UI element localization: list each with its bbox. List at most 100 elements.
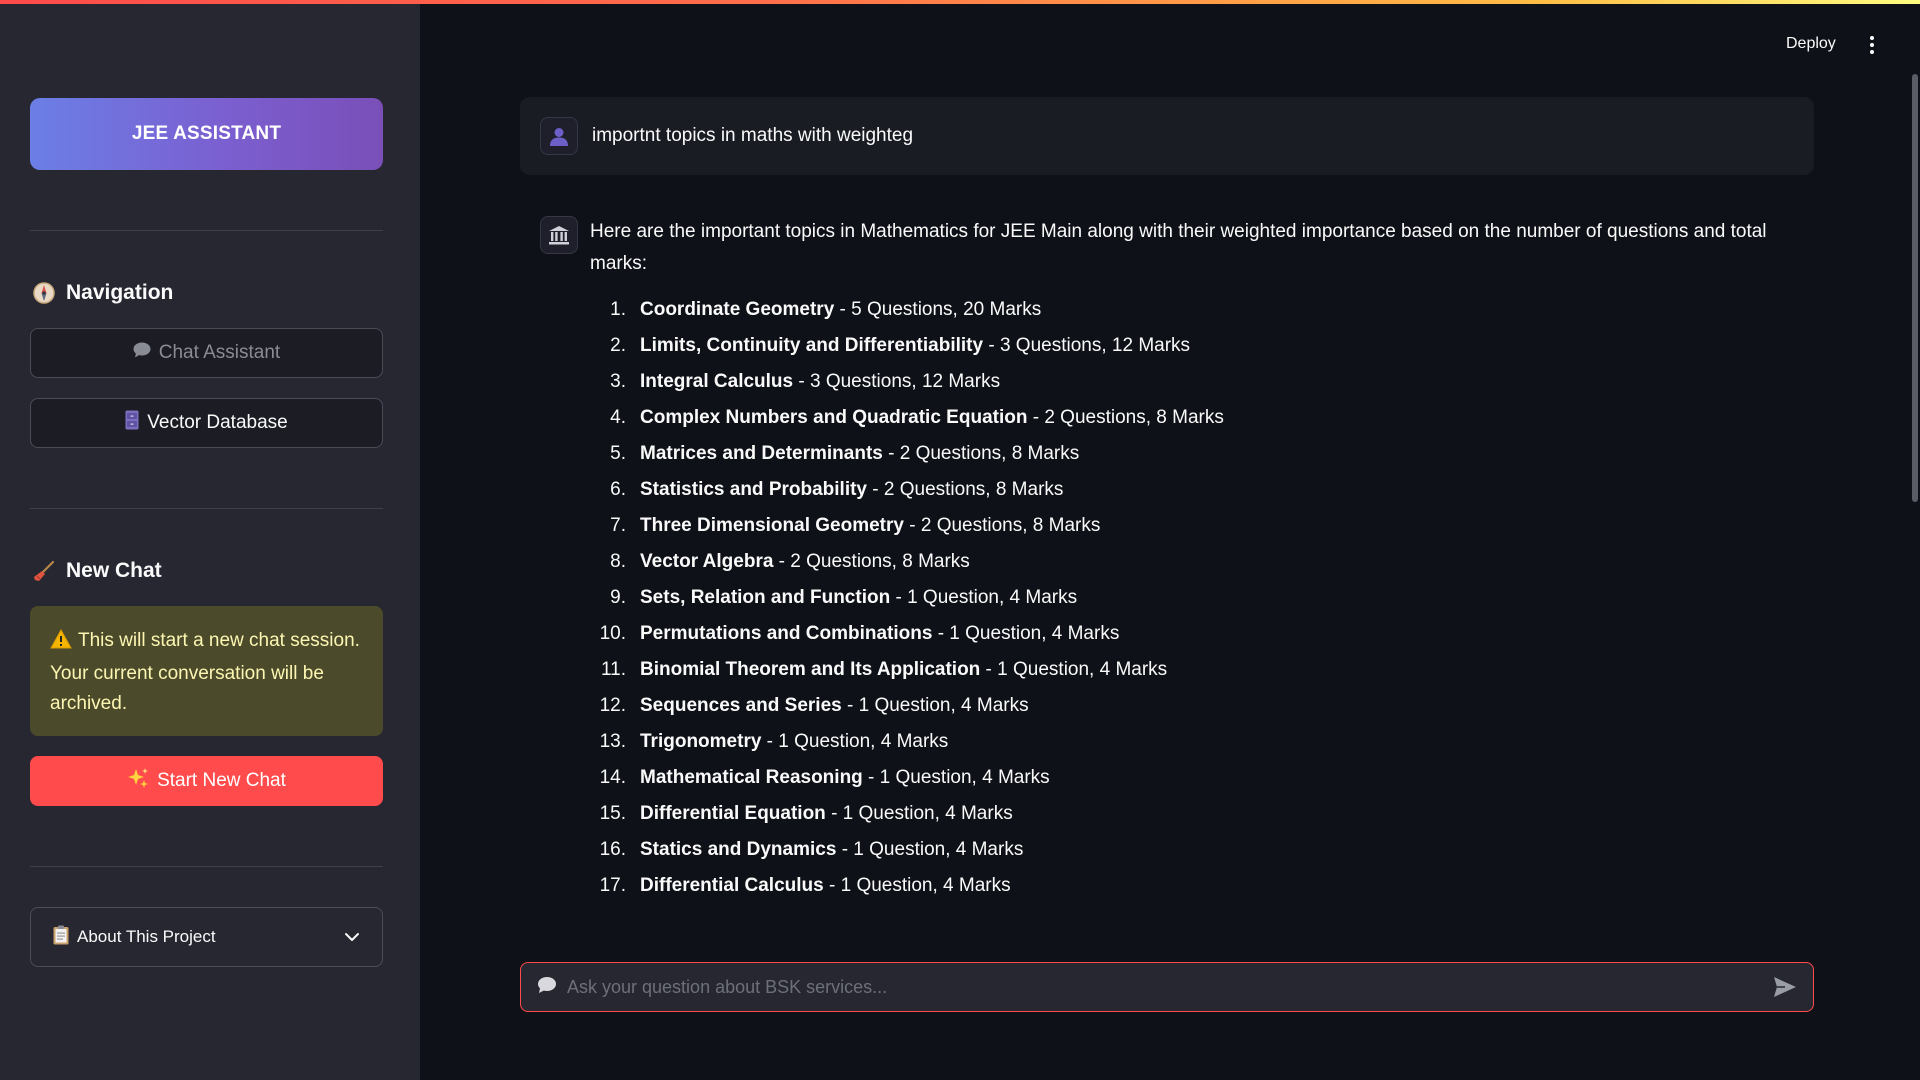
topic-weight: - 2 Questions, 8 Marks bbox=[903, 515, 1101, 536]
topic-weight: - 1 Question, 4 Marks bbox=[836, 839, 1024, 860]
chat-assistant-label: Chat Assistant bbox=[158, 342, 281, 363]
topic-name: Limits, Continuity and Differentiability bbox=[640, 335, 984, 356]
topic-name: Vector Algebra bbox=[640, 551, 774, 572]
new-chat-title: New Chat bbox=[66, 559, 162, 582]
navigation-title: Navigation bbox=[66, 281, 174, 304]
assistant-intro-text: Here are the important topics in Mathema… bbox=[590, 221, 1767, 274]
topic-weight: - 3 Questions, 12 Marks bbox=[793, 371, 1001, 392]
list-item: 2. Limits, Continuity and Differentiabili… bbox=[590, 328, 1770, 364]
chat-input-box[interactable] bbox=[520, 962, 1814, 1012]
sparkles-icon bbox=[127, 767, 149, 795]
topic-name: Binomial Theorem and Its Application bbox=[640, 659, 981, 680]
topic-name: Mathematical Reasoning bbox=[640, 767, 863, 788]
file-cabinet-icon bbox=[125, 410, 139, 436]
topic-weight: - 2 Questions, 8 Marks bbox=[867, 479, 1064, 500]
list-item-number: 14. bbox=[599, 767, 626, 788]
warning-icon bbox=[50, 628, 72, 659]
list-item-number: 3. bbox=[610, 371, 626, 392]
user-message-text: importnt topics in maths with weighteg bbox=[592, 125, 914, 146]
chat-input[interactable] bbox=[567, 976, 1763, 998]
topic-weight: - 2 Questions, 8 Marks bbox=[882, 443, 1080, 464]
deploy-button[interactable]: Deploy bbox=[1786, 35, 1836, 53]
sidebar-divider bbox=[30, 866, 383, 867]
list-item-number: 15. bbox=[599, 803, 626, 824]
navigation-heading: Navigation bbox=[32, 281, 173, 305]
topic-name: Trigonometry bbox=[640, 731, 762, 752]
brand-button[interactable]: JEE ASSISTANT bbox=[30, 98, 383, 170]
broom-icon bbox=[32, 559, 56, 583]
topic-weight: - 1 Question, 4 Marks bbox=[980, 659, 1168, 680]
topic-name: Sets, Relation and Function bbox=[640, 587, 891, 608]
list-item: 14. Mathematical Reasoning - 1 Question, … bbox=[590, 760, 1770, 796]
sidebar-divider bbox=[30, 508, 383, 509]
list-item-number: 8. bbox=[610, 551, 626, 572]
assistant-message: Here are the important topics in Mathema… bbox=[540, 216, 1770, 904]
topic-name: Sequences and Series bbox=[640, 695, 842, 716]
list-item: 4. Complex Numbers and Quadratic Equation… bbox=[590, 400, 1770, 436]
topic-weight: - 1 Question, 4 Marks bbox=[932, 623, 1120, 644]
list-item: 15. Differential Equation - 1 Question, 4… bbox=[590, 796, 1770, 832]
topic-weight: - 2 Questions, 8 Marks bbox=[773, 551, 970, 572]
topic-weight: - 2 Questions, 8 Marks bbox=[1027, 407, 1224, 428]
new-chat-warning: This will start a new chat session. Your… bbox=[30, 606, 383, 736]
topic-weight: - 1 Question, 4 Marks bbox=[841, 695, 1029, 716]
list-item-number: 12. bbox=[599, 695, 626, 716]
list-item: 13. Trigonometry - 1 Question, 4 Marks bbox=[590, 724, 1770, 760]
bank-building-icon bbox=[540, 216, 578, 254]
topic-name: Differential Equation bbox=[640, 803, 826, 824]
list-item: 3. Integral Calculus - 3 Questions, 12 Ma… bbox=[590, 364, 1770, 400]
send-icon[interactable] bbox=[1773, 976, 1797, 998]
speech-bubble-icon bbox=[537, 976, 557, 999]
topic-weight: - 3 Questions, 12 Marks bbox=[983, 335, 1191, 356]
sidebar: JEE ASSISTANT Navigation Chat Assistant bbox=[0, 0, 420, 1080]
list-item-number: 9. bbox=[610, 587, 626, 608]
topic-name: Three Dimensional Geometry bbox=[640, 515, 904, 536]
list-item: 7. Three Dimensional Geometry - 2 Questio… bbox=[590, 508, 1770, 544]
list-item: 5. Matrices and Determinants - 2 Question… bbox=[590, 436, 1770, 472]
chevron-down-icon bbox=[344, 932, 360, 942]
warning-text: This will start a new chat session. Your… bbox=[50, 630, 360, 714]
clipboard-icon bbox=[53, 925, 69, 950]
main-menu-icon[interactable] bbox=[1864, 34, 1880, 56]
sidebar-divider bbox=[30, 230, 383, 231]
topic-weight: - 1 Question, 4 Marks bbox=[862, 767, 1050, 788]
topic-name: Complex Numbers and Quadratic Equation bbox=[640, 407, 1028, 428]
list-item: 1. Coordinate Geometry - 5 Questions, 20 … bbox=[590, 292, 1770, 328]
topic-name: Coordinate Geometry bbox=[640, 299, 835, 320]
about-project-label: About This Project bbox=[77, 927, 216, 946]
topic-weight: - 1 Question, 4 Marks bbox=[761, 731, 949, 752]
list-item-number: 1. bbox=[610, 299, 626, 320]
list-item-number: 17. bbox=[599, 875, 626, 896]
list-item-number: 11. bbox=[600, 659, 626, 680]
topic-name: Differential Calculus bbox=[640, 875, 824, 896]
speech-bubble-icon bbox=[133, 342, 151, 364]
list-item: 9. Sets, Relation and Function - 1 Questi… bbox=[590, 580, 1770, 616]
start-new-chat-button[interactable]: Start New Chat bbox=[30, 756, 383, 806]
topic-name: Statistics and Probability bbox=[640, 479, 867, 500]
new-chat-heading: New Chat bbox=[32, 559, 162, 583]
top-decoration-bar bbox=[0, 0, 1920, 4]
vector-database-label: Vector Database bbox=[147, 412, 288, 433]
topic-name: Statics and Dynamics bbox=[640, 839, 837, 860]
chat-assistant-button[interactable]: Chat Assistant bbox=[30, 328, 383, 378]
about-project-expander[interactable]: About This Project bbox=[30, 907, 383, 967]
compass-icon bbox=[32, 281, 56, 305]
topics-list: 1. Coordinate Geometry - 5 Questions, 20 … bbox=[590, 292, 1770, 904]
vector-database-button[interactable]: Vector Database bbox=[30, 398, 383, 448]
list-item: 8. Vector Algebra - 2 Questions, 8 Marks bbox=[590, 544, 1770, 580]
user-message: importnt topics in maths with weighteg bbox=[520, 97, 1814, 175]
list-item: 16. Statics and Dynamics - 1 Question, 4 … bbox=[590, 832, 1770, 868]
topic-name: Matrices and Determinants bbox=[640, 443, 883, 464]
user-avatar-icon bbox=[540, 117, 578, 155]
scrollbar[interactable] bbox=[1912, 74, 1918, 502]
list-item-number: 5. bbox=[610, 443, 626, 464]
topic-weight: - 1 Question, 4 Marks bbox=[825, 803, 1013, 824]
list-item-number: 2. bbox=[610, 335, 626, 356]
list-item-number: 4. bbox=[610, 407, 626, 428]
topic-weight: - 1 Question, 4 Marks bbox=[823, 875, 1011, 896]
topic-name: Permutations and Combinations bbox=[640, 623, 933, 644]
topic-weight: - 1 Question, 4 Marks bbox=[890, 587, 1078, 608]
list-item-number: 13. bbox=[599, 731, 626, 752]
list-item: 10. Permutations and Combinations - 1 Que… bbox=[590, 616, 1770, 652]
topic-weight: - 5 Questions, 20 Marks bbox=[834, 299, 1042, 320]
